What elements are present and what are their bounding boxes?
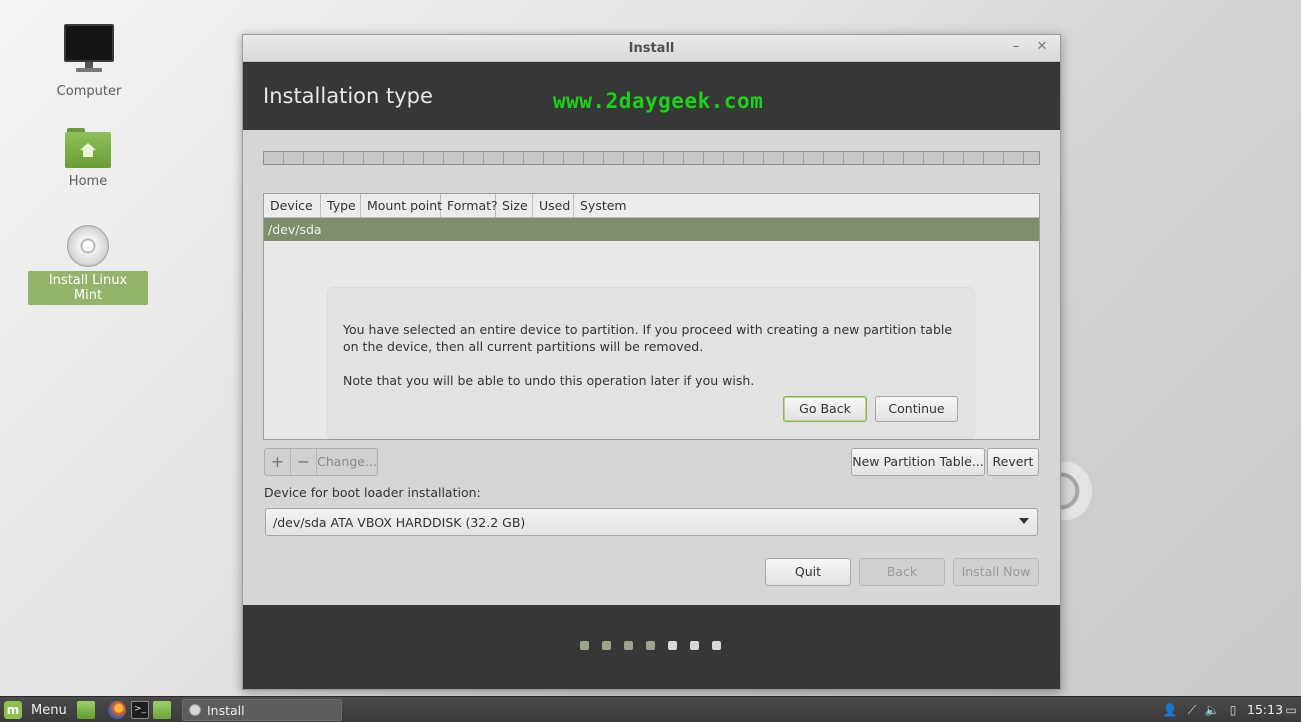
desktop-icon-home[interactable]: Home — [28, 128, 148, 191]
column-header[interactable]: Format? — [441, 194, 498, 217]
user-icon[interactable]: 👤 — [1162, 702, 1178, 718]
dialog-message: You have selected an entire device to pa… — [343, 322, 953, 354]
desktop-icon-label: Computer — [56, 84, 122, 99]
column-header[interactable]: Size — [496, 194, 533, 217]
step-dot — [668, 641, 677, 650]
computer-icon — [64, 24, 114, 78]
show-desktop-icon[interactable] — [77, 701, 95, 719]
back-button[interactable]: Back — [859, 558, 945, 586]
watermark-text: www.2daygeek.com — [553, 89, 764, 113]
table-header: Device Type Mount point Format? Size Use… — [264, 194, 1039, 218]
continue-button[interactable]: Continue — [875, 396, 958, 422]
step-dot — [580, 641, 589, 650]
column-header[interactable]: Device — [264, 194, 321, 217]
menu-button[interactable]: m Menu — [4, 700, 67, 720]
taskbar: m Menu >_ Install 👤 ⟋ 🔈 ▯ 15:13 ▭ — [0, 696, 1301, 722]
revert-button[interactable]: Revert — [987, 448, 1039, 476]
partition-bar — [263, 151, 1040, 165]
window-title: Install — [628, 41, 675, 56]
step-dot — [646, 641, 655, 650]
display-icon[interactable]: ▭ — [1283, 702, 1299, 718]
go-back-button[interactable]: Go Back — [783, 396, 867, 422]
partition-toolbar: + − Change... — [264, 448, 378, 476]
column-header[interactable]: Used — [533, 194, 574, 217]
install-window: Install – ✕ Installation type www.2dayge… — [242, 34, 1061, 690]
bootloader-label: Device for boot loader installation: — [264, 485, 481, 500]
desktop-icon-computer[interactable]: Computer — [29, 24, 149, 101]
bootloader-selected-value: /dev/sda ATA VBOX HARDDISK (32.2 GB) — [273, 515, 526, 530]
firefox-icon[interactable] — [108, 701, 126, 719]
network-icon[interactable]: ⟋ — [1184, 702, 1200, 718]
battery-icon[interactable]: ▯ — [1225, 702, 1241, 718]
terminal-icon[interactable]: >_ — [131, 701, 149, 719]
new-partition-table-button[interactable]: New Partition Table... — [851, 448, 985, 476]
page-header: Installation type www.2daygeek.com — [243, 62, 1060, 130]
add-partition-button[interactable]: + — [265, 449, 291, 475]
clock[interactable]: 15:13 — [1247, 702, 1283, 717]
dropdown-arrow-icon — [1019, 518, 1029, 524]
menu-label: Menu — [31, 702, 67, 718]
installer-icon — [189, 704, 201, 716]
change-partition-button[interactable]: Change... — [317, 449, 377, 475]
install-now-button[interactable]: Install Now — [953, 558, 1039, 586]
column-header[interactable]: System — [574, 194, 633, 217]
column-header[interactable]: Mount point — [361, 194, 442, 217]
window-titlebar[interactable]: Install – ✕ — [243, 35, 1060, 62]
column-header[interactable]: Type — [321, 194, 361, 217]
task-label: Install — [207, 702, 245, 718]
mint-logo-icon: m — [4, 701, 22, 719]
step-dot — [712, 641, 721, 650]
quit-button[interactable]: Quit — [765, 558, 851, 586]
bootloader-device-select[interactable]: /dev/sda ATA VBOX HARDDISK (32.2 GB) — [265, 508, 1038, 536]
desktop-icon-label: Home — [68, 174, 108, 189]
desktop-icon-install-linux-mint[interactable]: Install Linux Mint — [28, 225, 148, 305]
volume-icon[interactable]: 🔈 — [1204, 702, 1220, 718]
files-icon[interactable] — [153, 701, 171, 719]
step-indicator — [580, 641, 721, 650]
step-dot — [624, 641, 633, 650]
close-icon[interactable]: ✕ — [1034, 39, 1050, 55]
home-folder-icon — [65, 128, 111, 168]
disc-icon — [67, 225, 109, 267]
page-title: Installation type — [263, 84, 433, 108]
remove-partition-button[interactable]: − — [291, 449, 317, 475]
step-dot — [690, 641, 699, 650]
confirm-dialog: You have selected an entire device to pa… — [328, 288, 974, 439]
desktop-icon-label: Install Linux Mint — [28, 271, 148, 305]
taskbar-window-install[interactable]: Install — [182, 699, 342, 721]
progress-footer — [243, 605, 1060, 689]
minimize-icon[interactable]: – — [1008, 39, 1024, 55]
step-dot — [602, 641, 611, 650]
dialog-note: Note that you will be able to undo this … — [343, 373, 755, 388]
table-row[interactable]: /dev/sda — [264, 218, 1039, 241]
